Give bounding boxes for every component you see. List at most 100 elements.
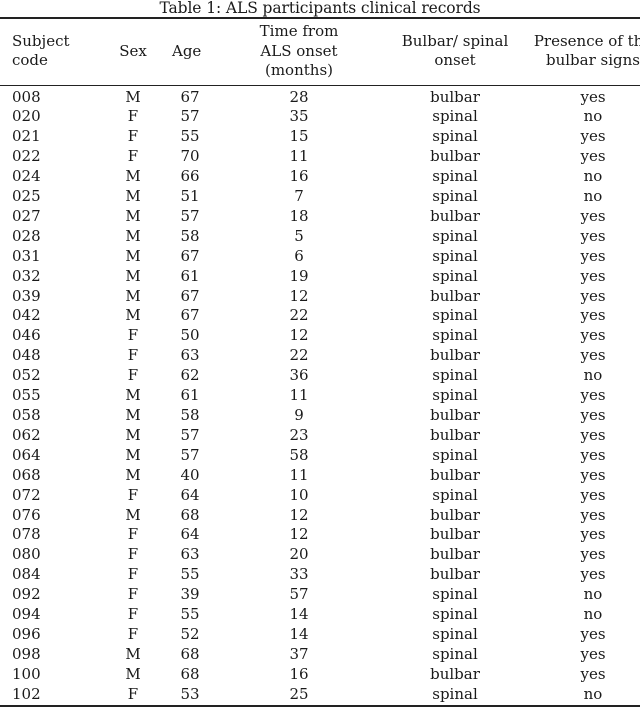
cell-subject-code: 080 [12, 545, 41, 564]
cell-bulbar-signs: yes [580, 505, 606, 524]
cell-subject-code: 032 [12, 266, 41, 285]
table-row: 046 F 50 12 spinal yes [0, 326, 640, 346]
table-row: 039 M 67 12 bulbar yes [0, 287, 640, 307]
cell-time-from-onset: 18 [289, 206, 309, 225]
cell-age: 57 [180, 206, 200, 225]
cell-time-from-onset: 12 [289, 286, 309, 305]
cell-subject-code: 046 [12, 326, 41, 345]
table-row: 076 M 68 12 bulbar yes [0, 506, 640, 526]
table-row: 102 F 53 25 spinal no [0, 685, 640, 706]
cell-bulbar-signs: yes [580, 485, 606, 504]
cell-sex: M [125, 664, 141, 683]
cell-sex: F [127, 366, 139, 385]
clinical-records-table: Subject code Sex Age Time from ALS onset (m… [0, 17, 640, 707]
cell-age: 68 [180, 505, 200, 524]
cell-subject-code: 062 [12, 425, 41, 444]
table-row: 062 M 57 23 bulbar yes [0, 426, 640, 446]
cell-bulbar-signs: no [583, 187, 603, 206]
cell-time-from-onset: 25 [289, 684, 309, 703]
cell-sex: F [127, 624, 139, 643]
table-row: 008 M 67 28 bulbar yes [0, 85, 640, 107]
cell-onset-type: bulbar [430, 505, 480, 524]
cell-bulbar-signs: yes [580, 386, 606, 405]
cell-onset-type: spinal [432, 644, 478, 663]
table-row: 096 F 52 14 spinal yes [0, 625, 640, 645]
document-page: Table 1: ALS participants clinical recor… [0, 0, 640, 707]
header-label-line: onset [434, 51, 476, 70]
table-row: 024 M 66 16 spinal no [0, 167, 640, 187]
table-body: 008 M 67 28 bulbar yes 020 F 57 35 spinal no 021 F 55 1… [0, 85, 640, 706]
cell-sex: M [125, 306, 141, 325]
cell-age: 61 [180, 266, 200, 285]
cell-sex: F [127, 147, 139, 166]
cell-sex: F [127, 605, 139, 624]
cell-age: 55 [180, 565, 200, 584]
table-row: 068 M 40 11 bulbar yes [0, 466, 640, 486]
cell-subject-code: 064 [12, 445, 41, 464]
cell-subject-code: 094 [12, 605, 41, 624]
cell-onset-type: bulbar [430, 286, 480, 305]
cell-subject-code: 027 [12, 206, 41, 225]
cell-sex: M [125, 206, 141, 225]
cell-bulbar-signs: yes [580, 87, 606, 106]
cell-age: 63 [180, 545, 200, 564]
cell-sex: F [127, 485, 139, 504]
cell-sex: M [125, 246, 141, 265]
cell-sex: F [127, 545, 139, 564]
cell-bulbar-signs: yes [580, 346, 606, 365]
cell-bulbar-signs: yes [580, 306, 606, 325]
table-row: 084 F 55 33 bulbar yes [0, 565, 640, 585]
cell-subject-code: 102 [12, 684, 41, 703]
cell-bulbar-signs: yes [580, 326, 606, 345]
cell-sex: M [125, 425, 141, 444]
table-row: 022 F 70 11 bulbar yes [0, 147, 640, 167]
cell-subject-code: 092 [12, 585, 41, 604]
cell-subject-code: 039 [12, 286, 41, 305]
cell-subject-code: 100 [12, 664, 41, 683]
cell-subject-code: 098 [12, 644, 41, 663]
cell-onset-type: bulbar [430, 664, 480, 683]
cell-onset-type: spinal [432, 246, 478, 265]
cell-bulbar-signs: yes [580, 406, 606, 424]
cell-onset-type: spinal [432, 386, 478, 405]
cell-age: 53 [180, 684, 200, 703]
header-onset-type: Bulbar/ spinal onset [384, 18, 526, 85]
cell-time-from-onset: 16 [289, 167, 309, 186]
cell-onset-type: spinal [432, 326, 478, 345]
cell-bulbar-signs: yes [580, 465, 606, 484]
cell-subject-code: 052 [12, 366, 41, 385]
cell-age: 40 [180, 465, 200, 484]
cell-age: 55 [180, 605, 200, 624]
cell-subject-code: 096 [12, 624, 41, 643]
cell-age: 57 [180, 425, 200, 444]
cell-sex: M [125, 167, 141, 186]
cell-sex: F [127, 346, 139, 365]
cell-sex: F [127, 326, 139, 345]
table-row: 100 M 68 16 bulbar yes [0, 665, 640, 685]
cell-sex: M [125, 505, 141, 524]
cell-bulbar-signs: yes [580, 226, 606, 245]
table-row: 052 F 62 36 spinal no [0, 366, 640, 386]
cell-onset-type: spinal [432, 605, 478, 624]
cell-age: 55 [180, 127, 200, 146]
cell-onset-type: bulbar [430, 525, 480, 544]
cell-bulbar-signs: yes [580, 147, 606, 166]
cell-age: 67 [180, 306, 200, 325]
cell-sex: M [125, 266, 141, 285]
cell-sex: M [125, 226, 141, 245]
cell-time-from-onset: 20 [289, 545, 309, 564]
table-row: 032 M 61 19 spinal yes [0, 267, 640, 287]
cell-bulbar-signs: no [583, 366, 603, 385]
cell-subject-code: 076 [12, 505, 41, 524]
cell-bulbar-signs: yes [580, 545, 606, 564]
cell-time-from-onset: 5 [294, 226, 304, 245]
cell-time-from-onset: 23 [289, 425, 309, 444]
cell-subject-code: 008 [12, 87, 41, 106]
cell-time-from-onset: 9 [294, 406, 304, 424]
table-row: 021 F 55 15 spinal yes [0, 127, 640, 147]
cell-bulbar-signs: yes [580, 127, 606, 146]
cell-sex: F [127, 565, 139, 584]
cell-sex: F [127, 684, 139, 703]
cell-age: 50 [180, 326, 200, 345]
cell-age: 67 [180, 87, 200, 106]
